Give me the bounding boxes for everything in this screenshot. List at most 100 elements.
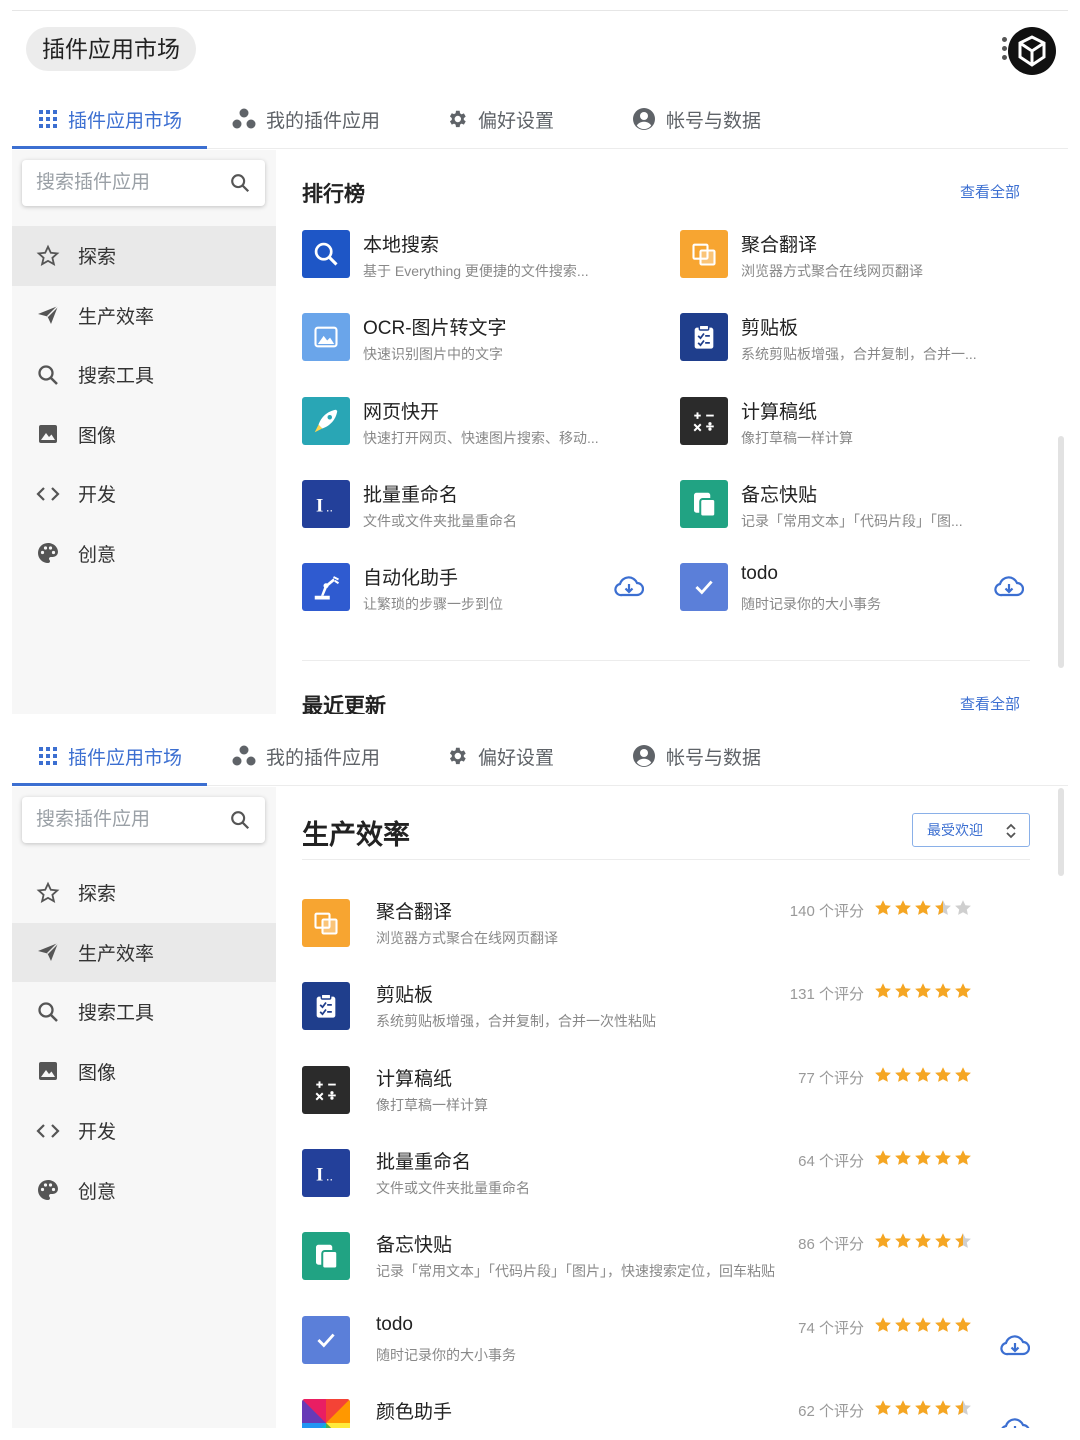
cloud-download-icon[interactable] [994, 575, 1025, 604]
star-rating [874, 899, 974, 922]
plugin-row[interactable]: 计算稿纸 像打草稿一样计算 77 个评分 [302, 1054, 1030, 1138]
star-rating [874, 1066, 974, 1089]
sidebar-item-productivity[interactable]: 生产效率 [12, 922, 276, 982]
bubble-chart-icon [232, 745, 256, 766]
sidebar-item-search-tools[interactable]: 搜索工具 [12, 345, 276, 405]
sidebar-item-develop[interactable]: 开发 [12, 1101, 276, 1161]
tab-preferences[interactable]: 偏好设置 [446, 726, 554, 786]
view-all-link[interactable]: 查看全部 [960, 181, 1020, 202]
star-icon [874, 1149, 894, 1172]
app-logo-icon[interactable] [1008, 27, 1056, 75]
search-icon[interactable] [229, 172, 251, 194]
account-circle-icon [633, 108, 655, 130]
view-all-link[interactable]: 查看全部 [960, 693, 1020, 714]
plugin-card[interactable]: todo 随时记录你的大小事务 [680, 551, 1040, 627]
plugin-description: 像打草稿一样计算 [376, 1096, 488, 1113]
sidebar-item-explore[interactable]: 探索 [12, 226, 276, 286]
svg-text:I: I [316, 1164, 323, 1185]
sidebar-item-search-tools[interactable]: 搜索工具 [12, 982, 276, 1042]
cloud-download-icon[interactable] [614, 575, 645, 604]
scrollbar-thumb[interactable] [1058, 788, 1064, 876]
sidebar-item-productivity[interactable]: 生产效率 [12, 286, 276, 346]
search-icon [38, 365, 58, 385]
plugin-card[interactable]: 自动化助手 让繁琐的步骤一步到位 [302, 551, 662, 627]
star-icon [914, 982, 934, 1005]
sidebar-item-label: 创意 [78, 544, 117, 566]
search-icon[interactable] [229, 809, 251, 831]
gear-icon [449, 110, 466, 128]
scrollbar-thumb[interactable] [1058, 436, 1064, 668]
sidebar-item-image[interactable]: 图像 [12, 405, 276, 465]
sort-label: 最受欢迎 [927, 822, 983, 838]
sidebar-item-explore[interactable]: 探索 [12, 863, 276, 923]
star-icon [934, 899, 954, 922]
svg-text:..: .. [326, 500, 333, 514]
search-icon [302, 230, 350, 278]
recent-header: 最近更新 查看全部 [302, 690, 1030, 714]
plugin-name: 本地搜索 [363, 235, 440, 256]
palette-icon [38, 543, 58, 564]
more-menu-icon[interactable] [1000, 37, 1008, 67]
plugin-card[interactable]: I.. 批量重命名 文件或文件夹批量重命名 [302, 468, 662, 544]
sidebar-item-develop[interactable]: 开发 [12, 464, 276, 524]
plugin-row[interactable]: I.. 批量重命名 文件或文件夹批量重命名 64 个评分 [302, 1137, 1030, 1221]
plugin-name: 网页快开 [363, 401, 440, 423]
plugin-card[interactable]: 剪贴板 系统剪贴板增强，合并复制，合并一... [680, 301, 1040, 377]
plugin-name: 计算稿纸 [376, 1068, 453, 1090]
plugin-row[interactable]: 剪贴板 系统剪贴板增强，合并复制，合并一次性粘贴 131 个评分 [302, 970, 1030, 1054]
search-input[interactable] [22, 160, 212, 206]
star-icon [894, 1232, 914, 1255]
plugin-description: 随时记录你的大小事务 [376, 1346, 516, 1363]
plugin-card[interactable]: OCR-图片转文字 快速识别图片中的文字 [302, 301, 662, 377]
plugin-description: 浏览器方式聚合在线网页翻译 [741, 263, 923, 279]
section-title: 最近更新 [302, 695, 386, 714]
star-icon [914, 1232, 934, 1255]
tab-my-plugins[interactable]: 我的插件应用 [232, 89, 380, 149]
sort-select[interactable]: 最受欢迎 [912, 813, 1030, 847]
rating-count: 131 个评分 [789, 986, 864, 1004]
sidebar-item-label: 生产效率 [78, 943, 155, 965]
tab-label: 我的插件应用 [266, 747, 381, 769]
plugin-description: 快速识别图片中的文字 [363, 346, 503, 363]
rating-count: 64 个评分 [798, 1152, 864, 1170]
tab-my-plugins[interactable]: 我的插件应用 [232, 726, 380, 786]
divider [302, 859, 1030, 860]
tab-marketplace[interactable]: 插件应用市场 [38, 726, 182, 786]
search-icon [38, 1002, 58, 1022]
plugin-name: 批量重命名 [363, 484, 459, 506]
sidebar-item-creative[interactable]: 创意 [12, 1161, 276, 1221]
plugin-card[interactable]: 计算稿纸 像打草稿一样计算 [680, 385, 1040, 461]
sidebar-item-label: 开发 [78, 485, 117, 507]
plugin-card[interactable]: 备忘快贴 记录「常用文本」「代码片段」「图... [680, 468, 1040, 544]
code-icon [36, 1123, 60, 1138]
plugin-card[interactable]: 本地搜索 基于 Everything 更便捷的文件搜索... [302, 218, 662, 294]
tab-preferences[interactable]: 偏好设置 [446, 89, 554, 149]
star-icon [894, 899, 914, 922]
plugin-row[interactable]: 备忘快贴 记录「常用文本」「代码片段」「图片」，快速搜索定位，回车粘贴 86 个… [302, 1220, 1030, 1304]
tab-label: 插件应用市场 [68, 747, 183, 769]
plugin-description: 随时记录你的大小事务 [741, 596, 881, 613]
tab-account-data[interactable]: 帐号与数据 [632, 726, 761, 786]
tab-account-data[interactable]: 帐号与数据 [632, 89, 761, 149]
plugin-row[interactable]: 颜色助手 颜色信息、HSL取色、传统色、渐变色、我的颜色 62 个评分 [302, 1387, 1030, 1428]
translate-icon [302, 899, 350, 947]
apps-grid-icon [39, 110, 57, 128]
active-tab-indicator [12, 146, 207, 149]
clipboard-icon [680, 313, 728, 362]
sidebar-item-label: 搜索工具 [78, 366, 155, 388]
star-icon [894, 1316, 914, 1339]
plugin-name: 自动化助手 [363, 568, 459, 590]
plugin-card[interactable]: 网页快开 快速打开网页、快速图片搜索、移动... [302, 385, 662, 461]
check-icon [680, 563, 728, 612]
sidebar-item-creative[interactable]: 创意 [12, 524, 276, 584]
cloud-download-icon[interactable] [1000, 1334, 1031, 1363]
tab-marketplace[interactable]: 插件应用市场 [38, 89, 182, 149]
search-input[interactable] [22, 797, 212, 843]
tab-label: 帐号与数据 [666, 110, 762, 132]
cloud-download-icon[interactable] [1000, 1417, 1030, 1428]
plugin-row[interactable]: todo 随时记录你的大小事务 74 个评分 [302, 1304, 1031, 1388]
plugin-row[interactable]: 聚合翻译 浏览器方式聚合在线网页翻译 140 个评分 [302, 887, 1030, 971]
plugin-card[interactable]: 聚合翻译 浏览器方式聚合在线网页翻译 [680, 218, 1040, 294]
plugin-description: 系统剪贴板增强，合并复制，合并一... [741, 346, 977, 363]
sidebar-item-image[interactable]: 图像 [12, 1042, 276, 1102]
